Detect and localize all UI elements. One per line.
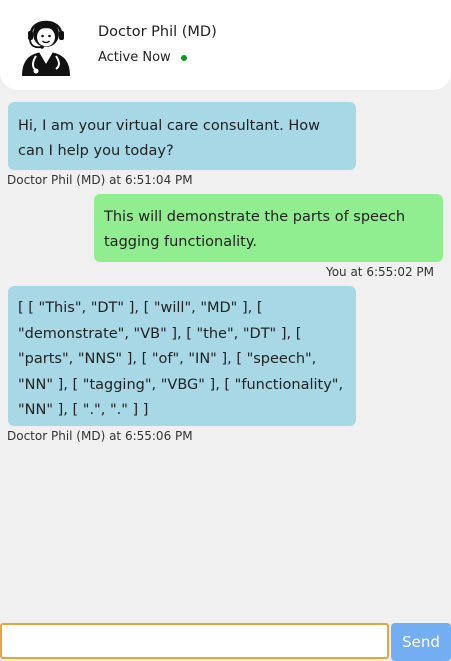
message-text: Hi, I am your virtual care consultant. H…: [18, 118, 320, 159]
doctor-avatar-icon: [22, 20, 70, 76]
send-button[interactable]: Send: [391, 623, 451, 661]
chat-header: Doctor Phil (MD) Active Now: [0, 0, 451, 90]
message-meta: Doctor Phil (MD) at 6:51:04 PM: [7, 173, 193, 187]
message-meta: Doctor Phil (MD) at 6:55:06 PM: [7, 429, 193, 443]
doctor-name: Doctor Phil (MD): [98, 24, 217, 40]
message-text: [ [ "This", "DT" ], [ "will", "MD" ], [ …: [18, 300, 344, 418]
message-text: This will demonstrate the parts of speec…: [104, 209, 406, 250]
status-text: Active Now: [98, 50, 171, 65]
online-dot-icon: [180, 54, 187, 61]
user-message-bubble: This will demonstrate the parts of speec…: [94, 194, 443, 262]
message-meta: You at 6:55:02 PM: [325, 265, 434, 279]
status-indicator: Active Now: [98, 50, 187, 65]
bot-message-bubble: [ [ "This", "DT" ], [ "will", "MD" ], [ …: [8, 286, 356, 426]
bot-message-bubble: Hi, I am your virtual care consultant. H…: [8, 102, 356, 170]
message-input[interactable]: [0, 623, 389, 659]
message-composer: Send: [0, 622, 451, 661]
